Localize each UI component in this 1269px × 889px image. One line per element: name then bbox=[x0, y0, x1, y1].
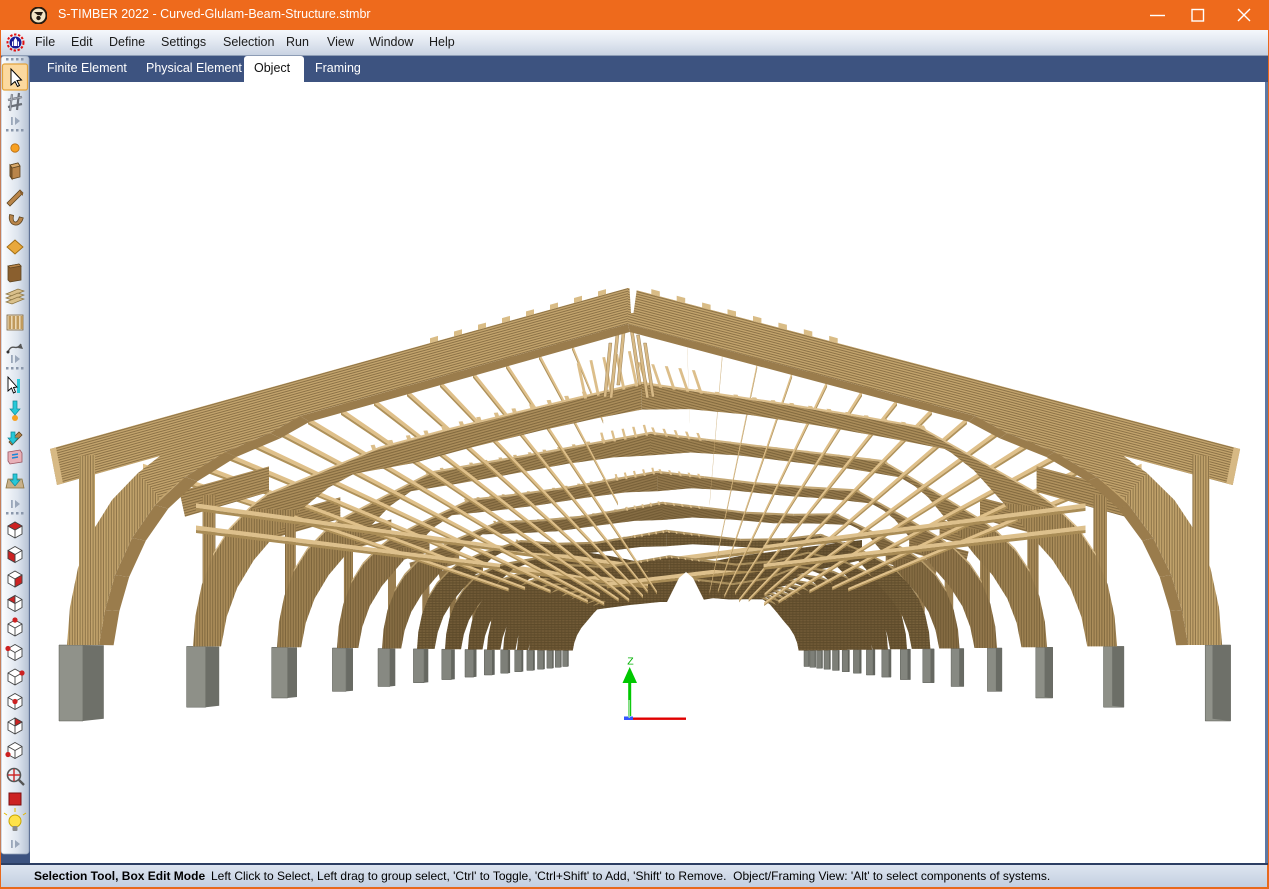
svg-text:Z: Z bbox=[627, 656, 634, 668]
